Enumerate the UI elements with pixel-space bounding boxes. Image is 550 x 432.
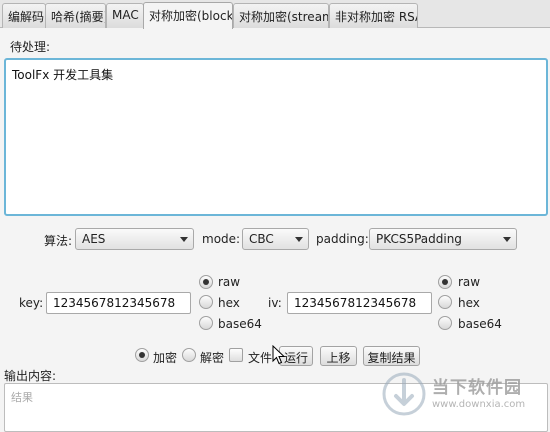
- watermark-logo-icon: [382, 372, 426, 416]
- tab-bar: 编解码 哈希(摘要) MAC 对称加密(block) 对称加密(stream) …: [0, 0, 550, 29]
- padding-select[interactable]: PKCS5Padding: [369, 228, 517, 250]
- tab-mac[interactable]: MAC: [106, 3, 144, 28]
- key-format-base64-label: base64: [218, 317, 262, 331]
- mode-value: CBC: [249, 232, 274, 246]
- iv-format-base64-radio[interactable]: [438, 316, 452, 330]
- decrypt-label: 解密: [200, 351, 225, 365]
- algorithm-value: AES: [82, 232, 106, 246]
- key-format-hex-radio[interactable]: [199, 295, 213, 309]
- watermark-url: www.downxia.com: [432, 399, 526, 410]
- chevron-down-icon: [503, 237, 511, 242]
- key-label: key:: [19, 296, 44, 310]
- chevron-down-icon: [295, 237, 303, 242]
- key-format-raw-label: raw: [218, 275, 241, 289]
- tab-symmetric-block[interactable]: 对称加密(block): [143, 2, 233, 29]
- chevron-down-icon: [180, 237, 188, 242]
- key-format-hex-label: hex: [218, 296, 240, 310]
- key-format-raw-radio[interactable]: [199, 275, 213, 289]
- iv-format-raw-radio[interactable]: [438, 275, 452, 289]
- move-up-button[interactable]: 上移: [320, 346, 357, 366]
- file-label: 文件: [248, 351, 273, 365]
- output-label: 输出内容:: [4, 369, 57, 383]
- encrypt-radio[interactable]: [135, 348, 149, 362]
- key-format-base64-radio[interactable]: [199, 316, 213, 330]
- tab-codec[interactable]: 编解码: [2, 3, 46, 28]
- iv-format-raw-label: raw: [458, 275, 481, 289]
- tab-asymmetric-rsa[interactable]: 非对称加密 RSA: [329, 3, 418, 28]
- encrypt-label: 加密: [153, 351, 178, 365]
- iv-format-base64-label: base64: [458, 317, 502, 331]
- key-input[interactable]: 1234567812345678: [46, 292, 191, 314]
- algorithm-label: 算法:: [44, 234, 73, 248]
- padding-label: padding:: [316, 232, 369, 246]
- input-textarea[interactable]: ToolFx 开发工具集: [4, 58, 548, 216]
- mode-select[interactable]: CBC: [242, 228, 309, 250]
- iv-format-hex-label: hex: [458, 296, 480, 310]
- iv-label: iv:: [268, 296, 282, 310]
- file-checkbox[interactable]: [229, 348, 243, 362]
- tab-symmetric-stream[interactable]: 对称加密(stream): [233, 3, 329, 28]
- decrypt-radio[interactable]: [182, 348, 196, 362]
- tab-hash[interactable]: 哈希(摘要): [45, 3, 106, 28]
- mouse-cursor-icon: [272, 345, 286, 365]
- mode-label: mode:: [202, 232, 241, 246]
- algorithm-select[interactable]: AES: [75, 228, 194, 250]
- iv-format-hex-radio[interactable]: [438, 295, 452, 309]
- input-label: 待处理:: [10, 40, 51, 54]
- copy-result-button[interactable]: 复制结果: [363, 346, 420, 366]
- watermark-title: 当下软件园: [432, 378, 522, 398]
- iv-input[interactable]: 1234567812345678: [287, 292, 432, 314]
- padding-value: PKCS5Padding: [376, 232, 462, 246]
